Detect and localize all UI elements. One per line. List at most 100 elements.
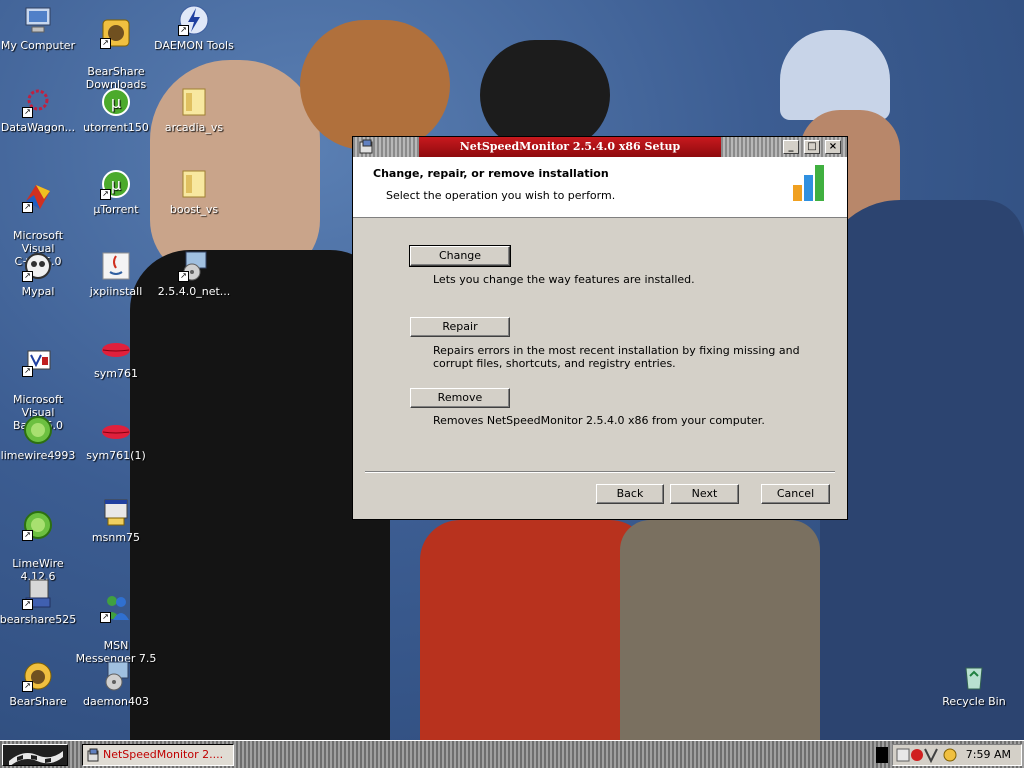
wallpaper-figure (820, 200, 1024, 740)
shortcut-arrow-icon: ↗ (22, 681, 33, 692)
desktop-icon-label: Recycle Bin (942, 695, 1006, 708)
close-button[interactable]: × (825, 140, 841, 154)
desktop-icon-label: utorrent150 (83, 121, 149, 134)
minimize-button[interactable]: _ (783, 140, 799, 154)
limewire-icon: ↗ (22, 509, 54, 541)
desktop-icon-label: BearShare (9, 695, 67, 708)
desktop-icon-my-computer[interactable]: My Computer (0, 4, 79, 52)
desktop-icon-boost-vs[interactable]: boost_vs (153, 168, 235, 216)
desktop-icon-daemon-tools[interactable]: ↗ DAEMON Tools (153, 4, 235, 52)
shortcut-arrow-icon: ↗ (178, 25, 189, 36)
desktop-icon-limewire[interactable]: ↗ LimeWire 4.12.6 (0, 496, 79, 583)
remove-button[interactable]: Remove (410, 388, 510, 408)
daemon-tools-icon: ↗ (178, 4, 210, 36)
wallpaper-figure (480, 40, 610, 150)
desktop-icon-label: msnm75 (91, 531, 141, 544)
desktop-icon-msnm75[interactable]: msnm75 (75, 496, 157, 544)
limewire-icon (22, 414, 54, 446)
shortcut-arrow-icon: ↗ (22, 271, 33, 282)
header-title: Change, repair, or remove installation (373, 167, 609, 180)
svg-text:µ: µ (111, 175, 121, 194)
visual-cpp-icon: ↗ (22, 181, 54, 213)
desktop-icon-netspeedmonitor-installer[interactable]: ↗ 2.5.4.0_net... (153, 250, 235, 298)
shortcut-arrow-icon: ↗ (178, 271, 189, 282)
desktop-icon-label: 2.5.4.0_net... (157, 285, 231, 298)
desktop-icon-datawagon[interactable]: ↗ DataWagon... (0, 86, 79, 134)
shortcut-arrow-icon: ↗ (22, 599, 33, 610)
shortcut-arrow-icon: ↗ (100, 189, 111, 200)
desktop-icon-label: DAEMON Tools (154, 39, 234, 52)
maximize-button[interactable]: □ (804, 140, 820, 154)
back-button[interactable]: Back (596, 484, 664, 504)
desktop-icon-label: sym761(1) (86, 449, 146, 462)
recycle-bin-icon (958, 660, 990, 692)
lips-icon (100, 414, 132, 446)
network-icon (924, 748, 938, 764)
svg-text:µ: µ (111, 93, 121, 112)
installer-icon: ↗ (22, 578, 54, 610)
desktop-icon-bearshare525[interactable]: ↗ bearshare525 (0, 578, 79, 626)
bearshare-icon (943, 748, 957, 762)
desktop-icon-sym761-1[interactable]: sym761(1) (75, 414, 157, 462)
taskbar-item-netspeedmonitor[interactable]: NetSpeedMonitor 2.... (82, 744, 234, 766)
desktop-icon-label: bearshare525 (0, 613, 77, 626)
installer-icon (100, 496, 132, 528)
my-computer-icon (22, 4, 54, 36)
taskbar-item-label: NetSpeedMonitor 2.... (103, 748, 224, 761)
wallpaper-figure (780, 30, 890, 120)
dialog-separator (365, 471, 835, 473)
setup-dialog: NetSpeedMonitor 2.5.4.0 x86 Setup _ □ × … (352, 136, 848, 520)
desktop-icon-sym761[interactable]: sym761 (75, 332, 157, 380)
taskbar: NetSpeedMonitor 2.... 7:59 AM (0, 740, 1024, 768)
desktop-icon-jxpiinstall[interactable]: jxpiinstall (75, 250, 157, 298)
msn-icon: ↗ (100, 591, 132, 623)
java-icon (100, 250, 132, 282)
change-button[interactable]: Change (409, 245, 511, 267)
desktop-icon-bearshare-downloads[interactable]: ↗ BearShare Downloads (75, 4, 157, 91)
cancel-button[interactable]: Cancel (761, 484, 830, 504)
dialog-titlebar[interactable]: NetSpeedMonitor 2.5.4.0 x86 Setup _ □ × (353, 137, 847, 157)
alert-icon (911, 749, 923, 761)
desktop-icon-utorrent[interactable]: µ ↗ µTorrent (75, 168, 157, 216)
repair-button[interactable]: Repair (410, 317, 510, 337)
desktop-icon-limewire4993[interactable]: limewire4993 (0, 414, 79, 462)
bearshare-icon: ↗ (100, 17, 132, 49)
next-button[interactable]: Next (670, 484, 739, 504)
desktop-icon-label: limewire4993 (0, 449, 76, 462)
tray-toggle-icon[interactable] (876, 747, 888, 763)
folder-icon (178, 86, 210, 118)
wallpaper-figure (420, 520, 650, 740)
desktop-icon-label: My Computer (0, 39, 76, 52)
repair-description: Repairs errors in the most recent instal… (433, 344, 800, 370)
desktop-icon-arcadia-vs[interactable]: arcadia_vs (153, 86, 235, 134)
desktop-icon-label: daemon403 (83, 695, 149, 708)
wallpaper-figure (130, 250, 390, 740)
start-button[interactable] (2, 744, 68, 767)
shortcut-arrow-icon: ↗ (100, 38, 111, 49)
setup-app-icon (359, 139, 375, 155)
desktop-icon-utorrent150[interactable]: µ utorrent150 (75, 86, 157, 134)
setup-app-icon (87, 748, 101, 765)
dialog-header: Change, repair, or remove installation S… (353, 157, 847, 218)
system-tray: 7:59 AM (892, 744, 1022, 766)
desktop-icon-label: arcadia_vs (164, 121, 224, 134)
lips-icon (100, 332, 132, 364)
desktop-icon-label: DataWagon... (0, 121, 76, 134)
desktop-icon-msn-messenger[interactable]: ↗ MSN Messenger 7.5 (75, 578, 157, 665)
desktop-icon-bearshare[interactable]: ↗ BearShare (0, 660, 79, 708)
desktop-icon-label: jxpiinstall (89, 285, 143, 298)
tray-icons (896, 748, 957, 764)
clock[interactable]: 7:59 AM (966, 745, 1011, 765)
desktop-icon-label: boost_vs (169, 203, 219, 216)
wallpaper-figure (300, 20, 450, 150)
shortcut-arrow-icon: ↗ (22, 530, 33, 541)
desktop-icon-daemon403[interactable]: daemon403 (75, 660, 157, 708)
checkered-flag-icon (9, 751, 63, 767)
desktop-icon-recycle-bin[interactable]: Recycle Bin (933, 660, 1015, 708)
datawagon-icon: ↗ (22, 86, 54, 118)
shortcut-arrow-icon: ↗ (22, 202, 33, 213)
folder-icon (178, 168, 210, 200)
desktop-icon-mypal[interactable]: ↗ Mypal (0, 250, 79, 298)
wallpaper-figure (620, 520, 820, 740)
change-description: Lets you change the way features are ins… (433, 273, 695, 286)
